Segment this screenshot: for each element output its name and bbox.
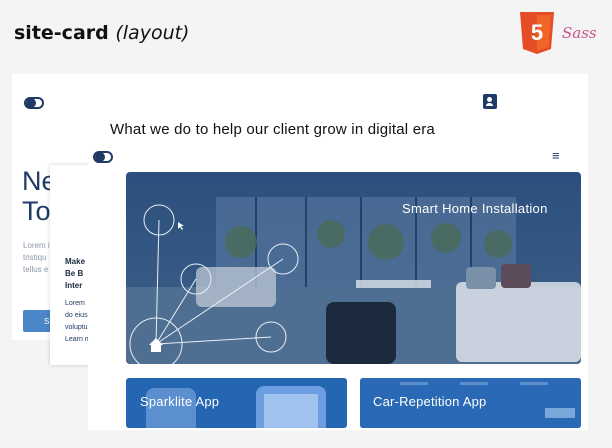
tile-label: Sparklite App [140, 394, 220, 409]
mouse-cursor-icon [178, 222, 184, 230]
sass-logo: Sass [562, 24, 597, 42]
html5-logo-text: 5 [531, 20, 543, 45]
toggle-icon[interactable] [24, 97, 44, 109]
tile-car-repetition-app[interactable]: Car-Repetition App [360, 378, 581, 428]
lorem-line: tristiqu [23, 253, 47, 262]
back-card-lorem: Lorem i tristiqu tellus e [23, 240, 50, 276]
tile-label: Car-Repetition App [373, 394, 487, 409]
heading-line: Make [65, 257, 86, 266]
contact-book-icon[interactable] [483, 94, 497, 109]
lorem-line: Lorem [65, 300, 85, 307]
lorem-line: do eius [65, 312, 88, 319]
lorem-line: tellus e [23, 265, 49, 274]
title-sub: (layout) [115, 22, 190, 44]
heading-line: Inter [65, 281, 83, 290]
middle-card-heading: Make Be B Inter [65, 256, 85, 292]
toggle-icon[interactable] [93, 151, 113, 163]
menu-icon[interactable]: ≡ [552, 148, 560, 163]
lorem-line: Lorem i [23, 241, 50, 250]
html5-logo: 5 [520, 12, 554, 54]
learn-more-link[interactable]: Learn m [65, 334, 91, 346]
lorem-line: voluptu [65, 324, 88, 331]
hero-label: Smart Home Installation [402, 201, 548, 216]
title-main: site-card [14, 22, 109, 44]
back-card-heading: What we do to help our client grow in di… [110, 121, 435, 138]
page-title: site-card (layout) [14, 22, 189, 44]
heading-line: Be B [65, 269, 84, 278]
middle-card-text: Lorem do eius voluptu Learn m [65, 298, 91, 346]
tile-sparklite-app[interactable]: Sparklite App [126, 378, 347, 428]
